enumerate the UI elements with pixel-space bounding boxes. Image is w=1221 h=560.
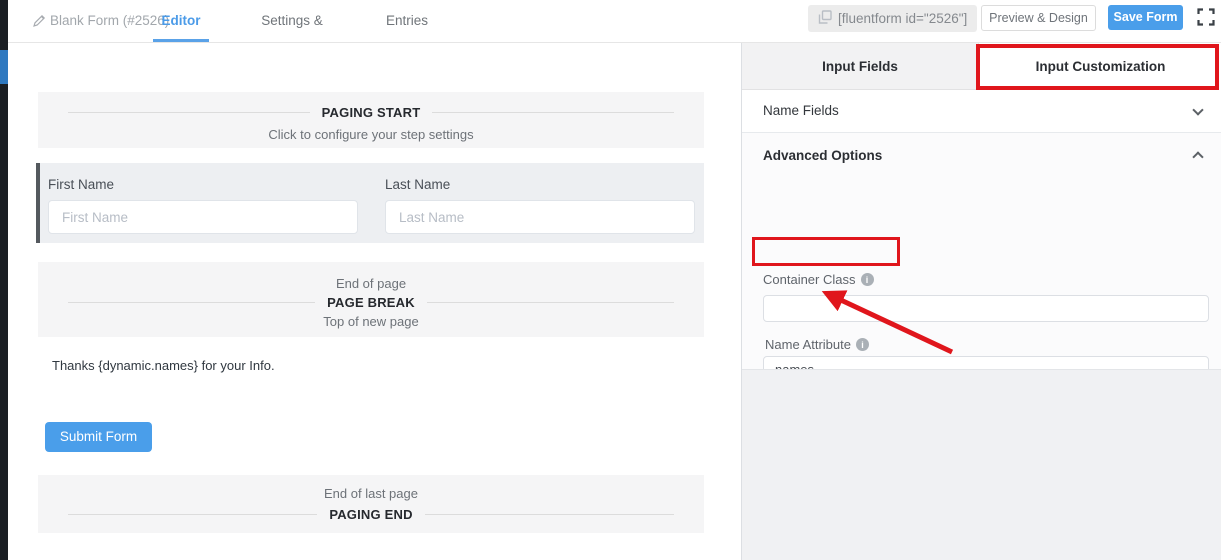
sidebar-tab-input-customization[interactable]: Input Customization	[979, 43, 1221, 90]
wp-admin-sidebar-strip[interactable]	[0, 0, 8, 560]
paging-start-block[interactable]: PAGING START Click to configure your ste…	[38, 92, 704, 148]
form-editor-canvas: PAGING START Click to configure your ste…	[8, 43, 741, 560]
name-fields-accordion[interactable]: Name Fields	[742, 90, 1221, 133]
form-title: Blank Form (#2526)	[50, 13, 170, 28]
top-of-new-page-text: Top of new page	[323, 314, 419, 329]
last-name-input[interactable]	[385, 200, 695, 234]
tab-settings-integrations[interactable]: Settings & Integrations	[226, 0, 358, 70]
chevron-down-icon	[1192, 104, 1204, 116]
first-name-input[interactable]	[48, 200, 358, 234]
sidebar-tab-input-fields[interactable]: Input Fields	[742, 43, 979, 90]
paging-end-title: PAGING END	[329, 507, 413, 522]
sidebar-empty-area	[742, 369, 1221, 560]
edit-title-pencil-icon[interactable]	[32, 14, 46, 33]
preview-design-button[interactable]: Preview & Design	[981, 5, 1096, 31]
copy-icon	[818, 10, 832, 27]
info-icon[interactable]: i	[860, 273, 874, 286]
divider-line	[424, 514, 675, 515]
name-fields-element-selected[interactable]: First Name Last Name	[36, 163, 704, 243]
page-break-block[interactable]: End of page PAGE BREAK Top of new page	[38, 262, 704, 337]
custom-html-element[interactable]: Thanks {dynamic.names} for your Info.	[52, 358, 275, 373]
name-attribute-label: Name Attribute i	[765, 337, 869, 352]
save-form-button[interactable]: Save Form	[1108, 5, 1183, 30]
settings-sidebar: Input Fields Input Customization Name Fi…	[741, 43, 1221, 560]
shortcode-text: [fluentform id="2526"]	[838, 11, 968, 26]
end-of-last-page-text: End of last page	[324, 486, 418, 501]
tab-editor[interactable]: Editor	[153, 0, 209, 42]
paging-start-title: PAGING START	[321, 105, 421, 120]
divider-line	[432, 112, 675, 113]
submit-form-button[interactable]: Submit Form	[45, 422, 152, 452]
last-name-label: Last Name	[385, 177, 451, 192]
fullscreen-icon[interactable]	[1197, 8, 1215, 31]
container-class-label: Container Class i	[763, 272, 874, 287]
first-name-label: First Name	[48, 177, 115, 192]
chevron-up-icon[interactable]	[1192, 151, 1204, 163]
name-fields-accordion-label: Name Fields	[763, 103, 839, 118]
tab-entries[interactable]: Entries	[386, 0, 428, 42]
page-break-title: PAGE BREAK	[327, 295, 415, 310]
advanced-options-section: Advanced Options Container Class i Name …	[742, 133, 1221, 433]
container-class-input[interactable]	[763, 295, 1209, 322]
wp-admin-active-menu-marker[interactable]	[0, 50, 8, 84]
divider-line	[68, 112, 310, 113]
paging-start-subtitle: Click to configure your step settings	[268, 127, 474, 142]
top-header-bar: Blank Form (#2526) Editor Settings & Int…	[8, 0, 1221, 70]
divider-line	[426, 302, 674, 303]
shortcode-copy-pill[interactable]: [fluentform id="2526"]	[808, 5, 978, 32]
container-class-label-text: Container Class	[763, 272, 856, 287]
paging-end-block[interactable]: End of last page PAGING END	[38, 475, 704, 533]
divider-line	[68, 514, 318, 515]
name-attribute-label-text: Name Attribute	[765, 337, 851, 352]
advanced-options-header[interactable]: Advanced Options	[763, 148, 882, 163]
divider-line	[68, 302, 316, 303]
info-icon[interactable]: i	[856, 338, 869, 351]
end-of-page-text: End of page	[335, 276, 407, 291]
